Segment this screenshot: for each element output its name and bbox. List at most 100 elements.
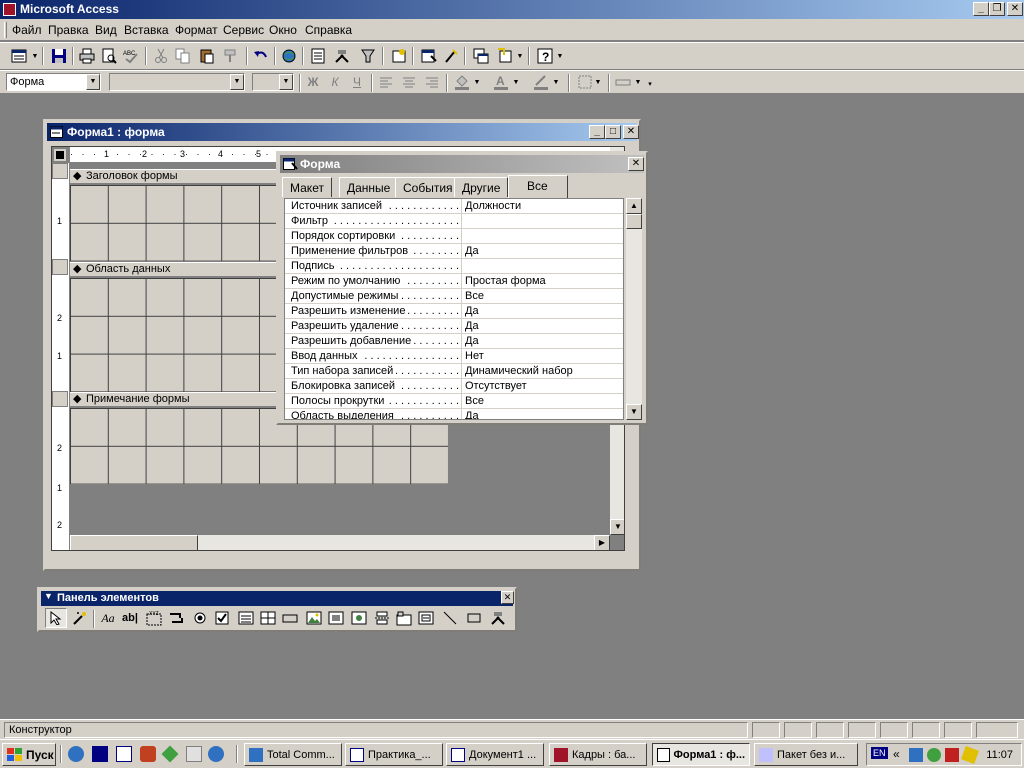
toggle-button-icon[interactable] xyxy=(165,608,187,628)
object-combo[interactable]: Форма ▼ xyxy=(6,73,101,91)
tab-other[interactable]: Другие xyxy=(454,177,509,197)
task-total-commander[interactable]: Total Comm... xyxy=(244,743,342,766)
font-name-combo[interactable]: ▼ xyxy=(109,73,245,91)
subform-icon[interactable] xyxy=(415,608,437,628)
ie2-quicklaunch-icon[interactable] xyxy=(208,746,224,762)
word-icon[interactable] xyxy=(116,746,132,762)
line-width-icon[interactable] xyxy=(574,72,596,92)
property-value[interactable]: Да xyxy=(461,244,611,258)
label-tool[interactable]: Aa xyxy=(97,608,119,628)
chevron-down-icon[interactable]: ▼ xyxy=(230,74,244,90)
tray-antivirus-icon[interactable] xyxy=(945,748,959,762)
property-value[interactable]: Простая форма xyxy=(461,274,611,288)
menu-window[interactable]: Окно xyxy=(269,23,297,37)
underline-button[interactable]: Ч xyxy=(346,72,368,92)
network-quicklaunch-icon[interactable] xyxy=(161,745,179,763)
scroll-right-icon[interactable]: ▶ xyxy=(594,535,610,550)
property-value[interactable]: Нет xyxy=(461,349,611,363)
h-scroll-thumb[interactable] xyxy=(70,535,198,550)
menu-tools[interactable]: Сервис xyxy=(223,23,264,37)
app-restore-button[interactable]: ❐ xyxy=(989,2,1005,16)
hyperlink-icon[interactable] xyxy=(278,46,300,66)
font-color-dropdown-icon[interactable]: ▼ xyxy=(512,72,520,92)
task-kadry[interactable]: Кадры : ба... xyxy=(549,743,647,766)
property-value[interactable]: Да xyxy=(461,334,611,348)
chevron-down-icon[interactable]: ▼ xyxy=(279,74,293,90)
bold-button[interactable]: Ж xyxy=(302,72,324,92)
property-scrollbar[interactable]: ▲ ▼ xyxy=(626,198,642,420)
font-color-icon[interactable]: A xyxy=(490,72,512,92)
rectangle-tool-icon[interactable] xyxy=(463,608,485,628)
properties-icon[interactable] xyxy=(418,46,440,66)
property-scroll-thumb[interactable] xyxy=(626,214,642,229)
task-forma1[interactable]: Форма1 : ф... xyxy=(652,743,750,766)
app-close-button[interactable]: ✕ xyxy=(1007,2,1023,16)
option-button-icon[interactable] xyxy=(189,608,211,628)
toolbox-menu-icon[interactable]: ▼ xyxy=(44,591,53,601)
copy-icon[interactable] xyxy=(172,46,194,66)
new-object-icon[interactable] xyxy=(494,46,516,66)
language-indicator[interactable]: EN xyxy=(871,747,888,759)
property-value[interactable]: Все xyxy=(461,289,611,303)
ie-icon[interactable] xyxy=(68,746,84,762)
page-break-icon[interactable] xyxy=(371,608,393,628)
start-button[interactable]: Пуск xyxy=(2,743,56,766)
form-minimize-button[interactable]: _ xyxy=(589,125,605,139)
property-value[interactable]: Да xyxy=(461,319,611,333)
align-left-icon[interactable] xyxy=(375,72,397,92)
tray-expand-icon[interactable]: « xyxy=(893,747,900,761)
property-row[interactable]: . . . . . . . . . . . . . . . . . . . . … xyxy=(285,409,623,419)
property-sheet-close-button[interactable]: ✕ xyxy=(628,157,644,171)
app-minimize-button[interactable]: _ xyxy=(973,2,989,16)
task-praktika[interactable]: Практика_... xyxy=(345,743,443,766)
toolbox-close-button[interactable]: ✕ xyxy=(501,591,514,604)
property-row[interactable]: . . . . . . . . . . . . . . . . . . . . … xyxy=(285,379,623,394)
tab-all[interactable]: Все xyxy=(508,175,568,198)
control-wizards-icon[interactable] xyxy=(69,608,91,628)
property-row[interactable]: . . . . . . . . . . . . . . . . . . . . … xyxy=(285,289,623,304)
fill-color-dropdown-icon[interactable]: ▼ xyxy=(473,72,481,92)
paste-icon[interactable] xyxy=(196,46,218,66)
save-icon[interactable] xyxy=(48,46,70,66)
save-quicklaunch-icon[interactable] xyxy=(92,746,108,762)
print-icon[interactable] xyxy=(76,46,98,66)
tab-layout[interactable]: Макет xyxy=(282,177,332,197)
chevron-down-icon[interactable]: ▼ xyxy=(86,74,100,90)
horizontal-scrollbar[interactable]: ▶ xyxy=(70,535,610,550)
property-row[interactable]: . . . . . . . . . . . . . . . . . . . . … xyxy=(285,274,623,289)
property-value[interactable]: Все xyxy=(461,394,611,408)
task-document1[interactable]: Документ1 ... xyxy=(446,743,544,766)
fill-color-icon[interactable] xyxy=(451,72,473,92)
property-value[interactable] xyxy=(461,229,611,243)
option-group-icon[interactable]: XYZ xyxy=(143,608,165,628)
property-row[interactable]: . . . . . . . . . . . . . . . . . . . . … xyxy=(285,244,623,259)
task-paket[interactable]: Пакет без и... xyxy=(754,743,858,766)
autoformat-icon[interactable] xyxy=(357,46,379,66)
unbound-object-frame-icon[interactable] xyxy=(325,608,347,628)
property-value[interactable]: Да xyxy=(461,304,611,318)
property-value[interactable] xyxy=(461,259,611,273)
property-row[interactable]: . . . . . . . . . . . . . . . . . . . . … xyxy=(285,259,623,274)
property-row[interactable]: . . . . . . . . . . . . . . . . . . . . … xyxy=(285,364,623,379)
database-window-icon[interactable] xyxy=(470,46,492,66)
menu-format[interactable]: Формат xyxy=(175,23,218,37)
format-painter-icon[interactable] xyxy=(220,46,242,66)
textbox-tool[interactable]: ab| xyxy=(119,608,141,628)
property-row[interactable]: . . . . . . . . . . . . . . . . . . . . … xyxy=(285,304,623,319)
cut-icon[interactable] xyxy=(150,46,172,66)
tray-app-icon[interactable] xyxy=(927,748,941,762)
scroll-down-icon[interactable]: ▼ xyxy=(626,404,642,420)
scroll-down-icon[interactable]: ▼ xyxy=(610,519,624,535)
line-width-dropdown-icon[interactable]: ▼ xyxy=(594,72,602,92)
scroll-up-icon[interactable]: ▲ xyxy=(626,198,642,214)
print-preview-icon[interactable] xyxy=(98,46,120,66)
property-value[interactable]: Должности xyxy=(461,199,611,213)
line-color-icon[interactable] xyxy=(530,72,552,92)
property-row[interactable]: . . . . . . . . . . . . . . . . . . . . … xyxy=(285,199,623,214)
menu-help[interactable]: Справка xyxy=(305,23,352,37)
notepad-quicklaunch-icon[interactable] xyxy=(186,746,202,762)
command-button-icon[interactable] xyxy=(279,608,301,628)
menu-view[interactable]: Вид xyxy=(95,23,117,37)
property-row[interactable]: . . . . . . . . . . . . . . . . . . . . … xyxy=(285,214,623,229)
undo-icon[interactable] xyxy=(250,46,272,66)
